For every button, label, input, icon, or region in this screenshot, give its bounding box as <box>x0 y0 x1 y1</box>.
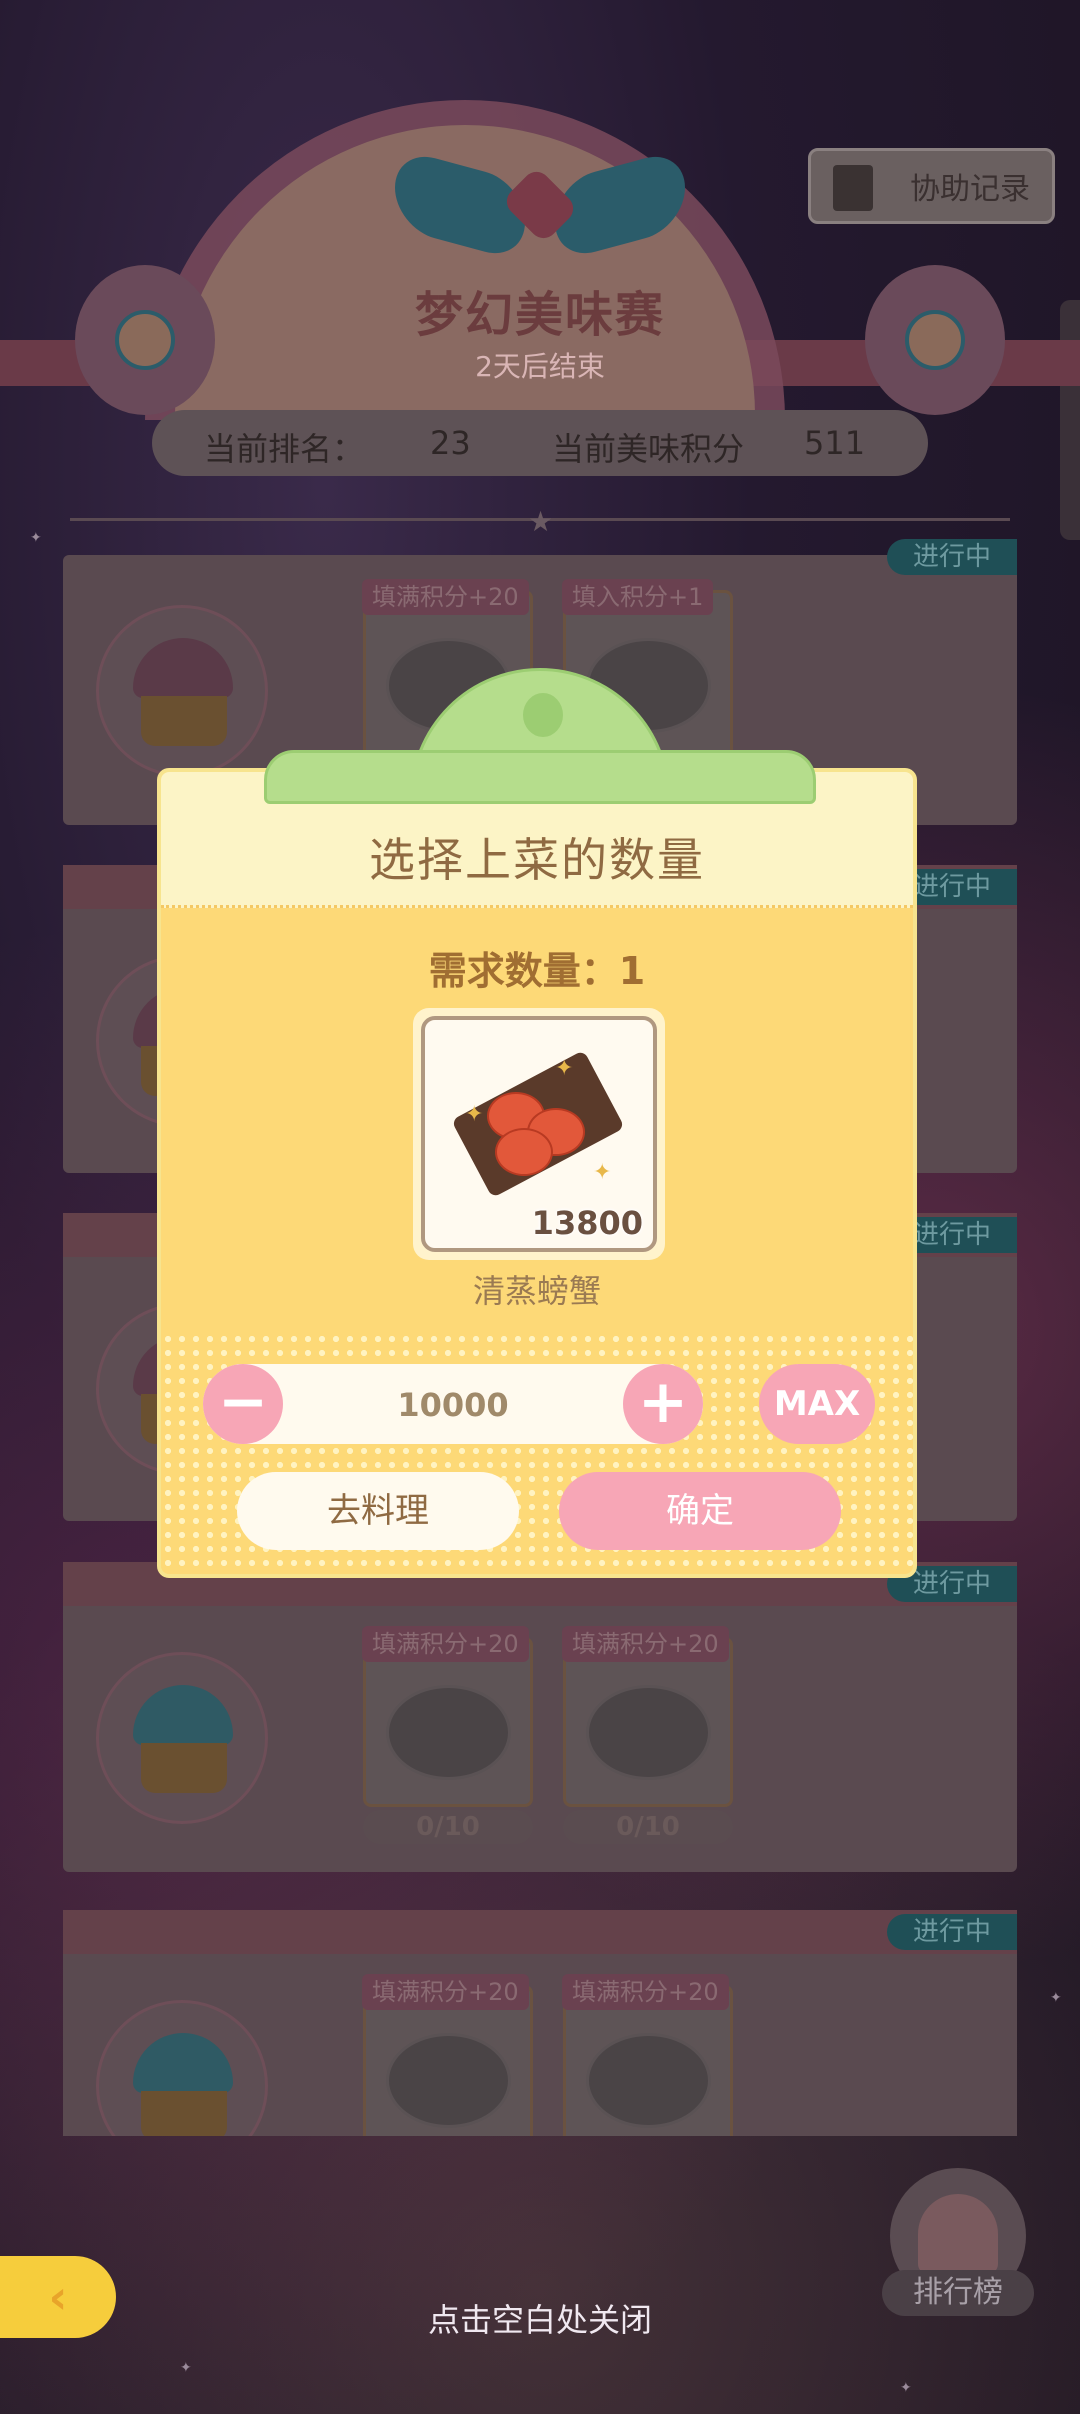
order-card[interactable]: 进行中 填满积分+20 填满积分+20 <box>63 1910 1017 2136</box>
dish-slot[interactable]: 填满积分+20 <box>362 1974 533 2136</box>
sparkle-icon: ✦ <box>555 1056 574 1081</box>
rank-value: 23 <box>430 424 471 462</box>
score-value: 511 <box>804 424 866 462</box>
dish-name: 清蒸螃蟹 <box>472 1272 601 1310</box>
card-strip <box>63 1910 1017 1954</box>
dish-item-card[interactable]: ✦ ✦ ✦ 13800 <box>413 1008 665 1260</box>
sparkle-icon: ✦ <box>593 1160 612 1185</box>
increase-button[interactable]: + <box>623 1364 703 1444</box>
cupcake-plate <box>96 1652 268 1824</box>
modal-clip-bar <box>264 750 816 804</box>
owned-quantity: 13800 <box>531 1204 643 1242</box>
cupcake-plate <box>96 605 268 777</box>
rank-label: 当前排名： <box>204 430 365 468</box>
dish-icon <box>386 2033 511 2128</box>
status-badge: 进行中 <box>887 539 1017 575</box>
score-label: 当前美味积分 <box>552 430 745 468</box>
bow-ornament <box>395 147 685 263</box>
cake-icon <box>918 2194 998 2274</box>
dialog-title: 选择上菜的数量 <box>369 833 705 887</box>
assist-record-label: 协助记录 <box>910 172 1030 207</box>
confirm-button[interactable]: 确定 <box>559 1472 841 1550</box>
event-title: 梦幻美味赛 <box>414 287 665 343</box>
star-icon: ★ <box>528 505 554 538</box>
slot-bonus-tag: 填满积分+20 <box>562 1974 729 2010</box>
serve-quantity-dialog: 选择上菜的数量 需求数量：1 ✦ ✦ ✦ 13800 清蒸螃蟹 10000 − … <box>157 768 917 1578</box>
star-decoration: ✦ <box>30 530 42 546</box>
dish-slot[interactable]: 填满积分+20 <box>562 1974 733 2136</box>
star-decoration: ✦ <box>900 2380 912 2396</box>
dish-icon <box>586 1685 711 1780</box>
dish-slot[interactable]: 填满积分+20 <box>562 1626 733 1807</box>
go-cook-button[interactable]: 去料理 <box>237 1472 519 1550</box>
notebook-icon <box>833 165 873 211</box>
status-badge: 进行中 <box>887 1914 1017 1950</box>
sparkle-icon: ✦ <box>465 1102 484 1127</box>
dish-icon <box>586 2033 711 2128</box>
slot-bonus-tag: 填满积分+20 <box>562 1626 729 1662</box>
required-quantity: 需求数量：1 <box>428 949 646 993</box>
slot-progress: 0/10 <box>563 1810 733 1844</box>
decrease-button[interactable]: − <box>203 1364 283 1444</box>
slot-bonus-tag: 填满积分+20 <box>362 579 529 615</box>
max-button[interactable]: MAX <box>759 1364 875 1444</box>
clip-hole <box>523 693 563 737</box>
dish-icon <box>386 1685 511 1780</box>
leaderboard-label[interactable]: 排行榜 <box>882 2270 1034 2316</box>
star-decoration: ✦ <box>1050 1990 1062 2006</box>
order-card[interactable]: 进行中 填满积分+20 0/10 填满积分+20 0/10 <box>63 1562 1017 1872</box>
assist-record-button[interactable]: 协助记录 <box>808 148 1055 224</box>
slot-bonus-tag: 填入积分+1 <box>562 579 714 615</box>
rank-bar: 当前排名： 23 当前美味积分 511 <box>152 410 928 476</box>
quantity-value[interactable]: 10000 <box>323 1386 583 1424</box>
dish-slot[interactable]: 填满积分+20 <box>362 1626 533 1807</box>
cupcake-plate <box>96 2000 268 2136</box>
event-countdown: 2天后结束 <box>475 350 605 383</box>
crab-icon <box>495 1128 553 1176</box>
slot-bonus-tag: 填满积分+20 <box>362 1974 529 2010</box>
star-decoration: ✦ <box>180 2360 192 2376</box>
slot-bonus-tag: 填满积分+20 <box>362 1626 529 1662</box>
slot-progress: 0/10 <box>363 1810 533 1844</box>
